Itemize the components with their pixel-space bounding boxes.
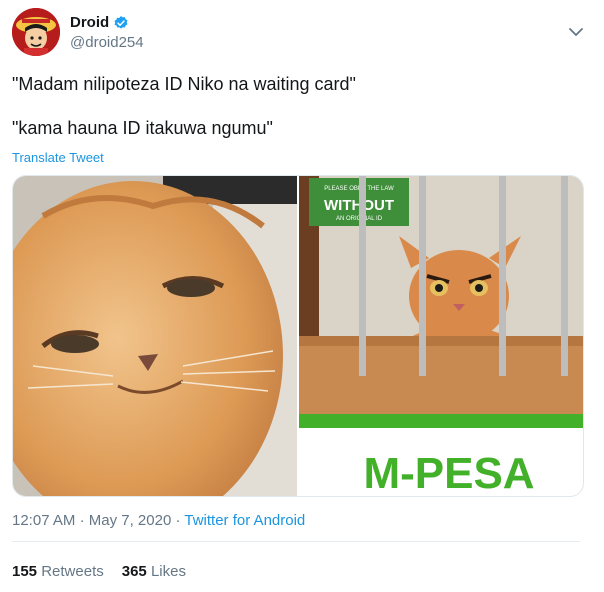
tweet-metadata: 12:07 AM · May 7, 2020 · Twitter for And… <box>12 512 305 529</box>
media-image-left[interactable] <box>13 176 297 496</box>
tweet-text-line-1: "Madam nilipoteza ID Niko na waiting car… <box>12 74 356 94</box>
translate-tweet-link[interactable]: Translate Tweet <box>12 150 104 165</box>
retweets-stat[interactable]: 155 Retweets <box>12 563 104 580</box>
tweet-text-line-2: "kama hauna ID itakuwa ngumu" <box>12 118 273 138</box>
meta-separator: · <box>175 512 181 529</box>
likes-count: 365 <box>121 563 147 580</box>
likes-stat[interactable]: 365 Likes <box>122 563 186 580</box>
divider <box>12 541 580 542</box>
avatar[interactable] <box>12 8 60 56</box>
likes-label: Likes <box>150 563 186 580</box>
verified-badge-icon <box>114 15 128 29</box>
tweet-header: Droid @droid254 <box>12 8 592 58</box>
name-row: Droid <box>70 14 129 31</box>
cat-photo-right: PLEASE OBEY THE LAW WITHOUT AN ORIGINAL … <box>299 176 583 496</box>
retweets-label: Retweets <box>41 563 104 580</box>
user-handle[interactable]: @droid254 <box>70 34 144 51</box>
media-image-right[interactable]: PLEASE OBEY THE LAW WITHOUT AN ORIGINAL … <box>299 176 583 496</box>
tweet-time[interactable]: 12:07 AM <box>12 512 75 529</box>
mpesa-banner-text: M-PESA <box>363 449 534 496</box>
tweet-stats: 155 Retweets 365 Likes <box>12 563 186 580</box>
cat-photo-left <box>13 176 297 496</box>
tweet-source-link[interactable]: Twitter for Android <box>184 512 305 529</box>
avatar-image <box>12 8 60 56</box>
tweet-date[interactable]: May 7, 2020 <box>89 512 172 529</box>
display-name[interactable]: Droid <box>70 14 109 31</box>
chevron-down-icon[interactable] <box>566 22 586 42</box>
retweets-count: 155 <box>12 563 38 580</box>
meta-separator: · <box>79 512 85 529</box>
tweet-media[interactable]: PLEASE OBEY THE LAW WITHOUT AN ORIGINAL … <box>12 175 584 497</box>
